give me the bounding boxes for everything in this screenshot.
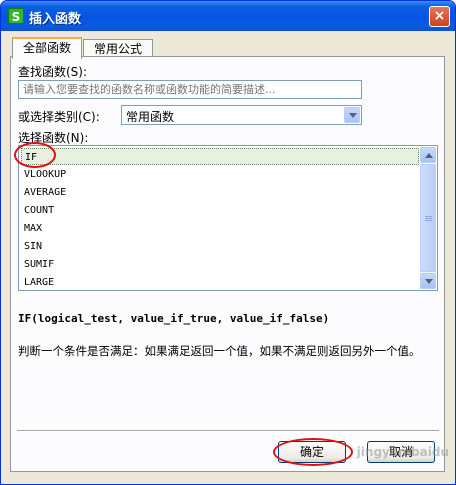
tab-all-functions[interactable]: 全部函数 [12,37,82,59]
ok-button[interactable]: 确定 [278,441,346,463]
insert-function-dialog: S 插入函数 × 全部函数 常用公式 查找函数(S): 或选择类别(C): 常用… [0,0,456,485]
function-list-scrollbar[interactable] [420,147,436,289]
function-list-label: 选择函数(N): [18,131,89,145]
chevron-down-icon[interactable] [344,107,360,123]
separator [17,430,439,432]
search-label: 查找函数(S): [18,65,88,79]
list-item-sin[interactable]: SIN [21,238,419,255]
function-list[interactable]: IF VLOOKUP AVERAGE COUNT MAX SIN SUMIF L… [18,145,438,291]
list-item-large[interactable]: LARGE [21,274,419,291]
list-item-if[interactable]: IF [21,148,419,165]
category-select[interactable]: 常用函数 [121,105,362,125]
category-value: 常用函数 [126,110,175,124]
scroll-up-icon[interactable] [420,147,436,163]
window-title: 插入函数 [29,12,82,27]
list-item-count[interactable]: COUNT [21,202,419,219]
title-bar[interactable]: S 插入函数 × [1,1,455,31]
app-icon: S [8,8,24,24]
watermark: jingyan.baidu [356,445,449,459]
function-description: 判断一个条件是否满足：如果满足返回一个值，如果不满足则返回另外一个值。 [18,344,421,358]
close-button[interactable]: × [429,6,450,27]
list-item-average[interactable]: AVERAGE [21,184,419,201]
list-item-sumif[interactable]: SUMIF [21,256,419,273]
list-item-vlookup[interactable]: VLOOKUP [21,166,419,183]
function-signature: IF(logical_test, value_if_true, value_if… [18,312,330,325]
scroll-down-icon[interactable] [420,273,436,289]
category-label: 或选择类别(C): [18,110,100,124]
list-item-max[interactable]: MAX [21,220,419,237]
scrollbar-thumb[interactable] [420,164,436,272]
search-input[interactable] [18,80,362,99]
